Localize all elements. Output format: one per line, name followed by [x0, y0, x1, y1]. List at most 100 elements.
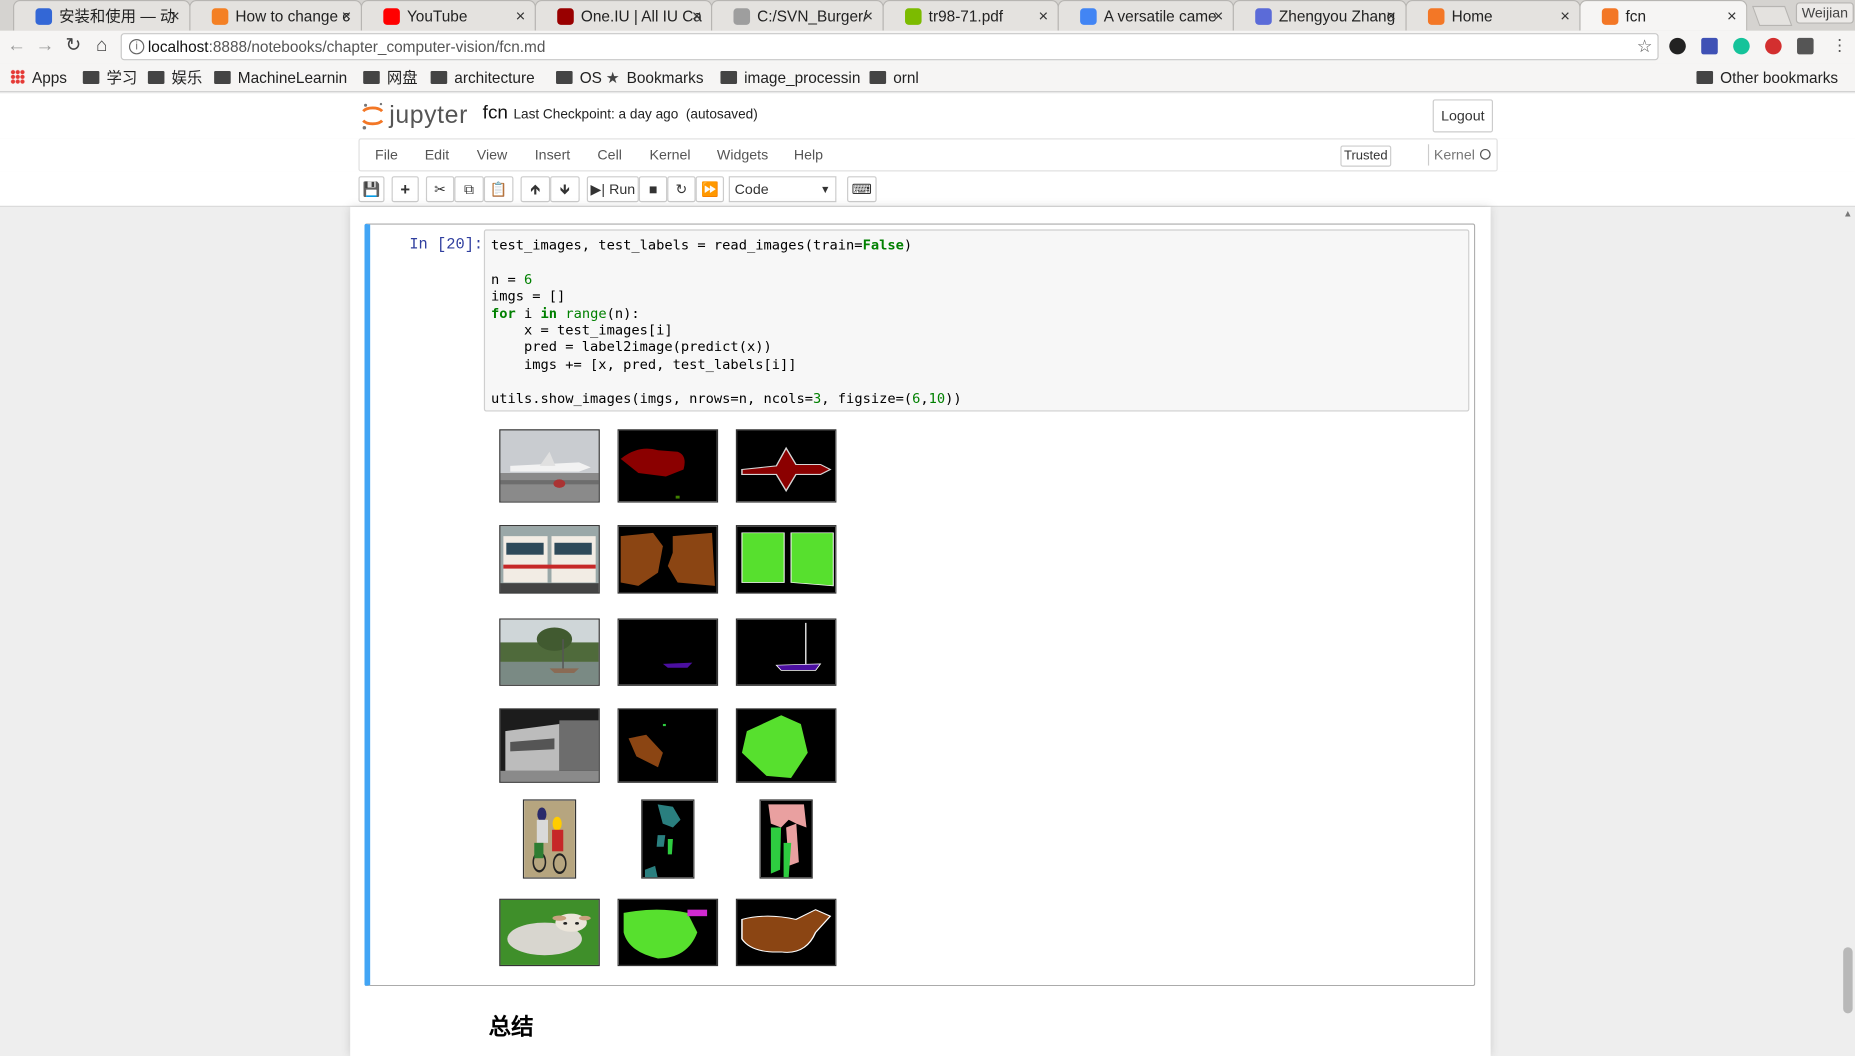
keyboard-icon[interactable]: ⌨ — [847, 176, 877, 203]
close-tab-icon[interactable]: × — [1560, 1, 1570, 31]
code-text[interactable]: test_images, test_labels = read_images(t… — [491, 237, 962, 407]
close-tab-icon[interactable]: × — [1214, 1, 1224, 31]
browser-menu-icon[interactable]: ⋮ — [1831, 35, 1848, 55]
bookmark-item[interactable]: 学习 — [82, 67, 137, 87]
bookmark-item[interactable]: architecture — [430, 67, 535, 87]
menu-help[interactable]: Help — [794, 147, 823, 164]
code-editor[interactable]: test_images, test_labels = read_images(t… — [483, 229, 1470, 412]
browser-tab[interactable]: A versatile came × — [1057, 0, 1234, 31]
run-button[interactable]: ▶| Run — [586, 176, 639, 203]
scroll-up-icon[interactable]: ▲ — [1843, 208, 1852, 219]
menu-file[interactable]: File — [375, 147, 398, 164]
tab-favicon-icon — [733, 8, 751, 25]
folder-icon — [556, 70, 573, 84]
bookmark-item[interactable]: 娱乐 — [147, 67, 202, 87]
tab-favicon-icon — [1601, 8, 1619, 25]
address-bar[interactable]: i localhost:8888/notebooks/chapter_compu… — [120, 33, 1659, 61]
bookmark-item[interactable]: image_processin — [720, 67, 860, 87]
bookmark-item[interactable]: ornl — [869, 67, 919, 87]
paste-icon[interactable]: 📋 — [483, 176, 514, 203]
output-image-pred-sheep — [617, 898, 719, 967]
menu-kernel[interactable]: Kernel — [649, 147, 690, 164]
extension-icon[interactable] — [1669, 37, 1686, 55]
browser-tab[interactable]: Zhengyou Zhang × — [1232, 0, 1407, 31]
cut-icon[interactable]: ✂ — [425, 176, 455, 203]
folder-icon — [214, 70, 231, 84]
close-tab-icon[interactable]: × — [1386, 1, 1396, 31]
close-tab-icon[interactable]: × — [516, 1, 526, 31]
browser-tab[interactable]: fcn × — [1579, 0, 1748, 31]
jupyter-menubar: File Edit View Insert Cell Kernel Widgets Help … — [0, 138, 1855, 172]
menu-view[interactable]: View — [477, 147, 508, 164]
menu-insert[interactable]: Insert — [535, 147, 571, 164]
url-text: localhost:8888/notebooks/chapter_compute… — [147, 37, 546, 56]
tab-favicon-icon — [1255, 8, 1272, 25]
reload-icon[interactable]: ↻ — [62, 34, 86, 58]
browser-tab[interactable]: C:/SVN_Burger/× — [711, 0, 884, 31]
browser-tab[interactable]: YouTube × — [360, 0, 536, 31]
profile-button[interactable]: Weijian — [1795, 2, 1854, 24]
browser-tab[interactable]: How to change c × — [189, 0, 363, 31]
restart-run-all-icon[interactable]: ⏩ — [695, 176, 725, 203]
tab-favicon-icon — [1427, 8, 1445, 25]
save-icon[interactable]: 💾 — [358, 176, 385, 203]
kernel-status-icon — [1479, 148, 1491, 160]
home-icon[interactable]: ⌂ — [90, 34, 114, 58]
browser-tab[interactable]: tr98-71.pdf × — [882, 0, 1059, 31]
insert-cell-icon[interactable]: + — [391, 176, 419, 203]
close-tab-icon[interactable]: × — [342, 1, 352, 31]
bookmark-item[interactable]: OS — [556, 67, 602, 87]
back-icon[interactable]: ← — [5, 34, 29, 58]
bookmark-item[interactable]: Apps — [10, 67, 67, 87]
output-image-label-locomotive — [735, 708, 837, 783]
extension-icon[interactable] — [1701, 37, 1718, 55]
forward-icon[interactable]: → — [33, 34, 57, 58]
output-image-pred-boat — [617, 618, 719, 686]
interrupt-icon[interactable]: ■ — [638, 176, 668, 203]
browser-tab[interactable]: Home × — [1405, 0, 1581, 31]
output-image-photo-cyclists — [522, 799, 577, 879]
menu-edit[interactable]: Edit — [425, 147, 449, 164]
scrollbar-thumb[interactable] — [1843, 947, 1853, 1014]
tab-favicon-icon — [1080, 8, 1097, 25]
move-down-icon[interactable]: 🡻 — [550, 176, 580, 203]
bookmark-item[interactable]: 网盘 — [363, 67, 418, 87]
close-tab-icon[interactable]: × — [692, 1, 702, 31]
browser-tab[interactable]: One.IU | All IU Ca × — [534, 0, 713, 31]
grammarly-icon[interactable] — [1733, 37, 1750, 55]
copy-icon[interactable]: ⧉ — [454, 176, 484, 203]
restart-icon[interactable]: ↻ — [667, 176, 696, 203]
chevron-down-icon: ▼ — [819, 183, 831, 196]
output-image-pred-airplane — [617, 429, 719, 503]
move-up-icon[interactable]: 🡹 — [520, 176, 551, 203]
extension-icon[interactable] — [1765, 37, 1782, 55]
close-tab-icon[interactable]: × — [1727, 1, 1737, 31]
tab-favicon-icon — [211, 8, 229, 25]
output-image-photo-sheep — [499, 898, 600, 967]
bookmark-item[interactable]: MachineLearnin — [214, 67, 347, 87]
tab-title: Home — [1451, 7, 1493, 25]
markdown-heading: 总结 — [488, 1015, 534, 1041]
cell-type-select[interactable]: Code ▼ — [728, 176, 837, 203]
output-image-photo-boat — [499, 618, 600, 686]
scrollbar[interactable] — [1839, 206, 1855, 1056]
menu-widgets[interactable]: Widgets — [717, 147, 768, 164]
menu-cell[interactable]: Cell — [597, 147, 621, 164]
logout-button[interactable]: Logout — [1432, 99, 1493, 133]
tab-title: One.IU | All IU Ca — [580, 7, 702, 25]
browser-tab[interactable]: 安装和使用 — 动 × — [13, 0, 191, 31]
output-image-photo-locomotive — [499, 708, 600, 783]
close-tab-icon[interactable]: × — [1038, 1, 1048, 31]
output-image-pred-locomotive — [617, 708, 719, 783]
bookmark-item[interactable]: ★ Bookmarks — [606, 67, 704, 87]
extension-icon[interactable] — [1797, 37, 1814, 55]
close-tab-icon[interactable]: × — [863, 1, 873, 31]
new-tab-button[interactable] — [1751, 5, 1793, 27]
tab-title: C:/SVN_Burger/ — [757, 7, 868, 25]
info-icon[interactable]: i — [128, 39, 145, 55]
trusted-indicator[interactable]: Trusted — [1340, 145, 1392, 167]
bookmark-star-icon[interactable]: ☆ — [1637, 35, 1653, 57]
notebook-name[interactable]: fcn — [483, 103, 508, 124]
other-bookmarks[interactable]: Other bookmarks — [1696, 67, 1838, 87]
close-tab-icon[interactable]: × — [170, 1, 180, 31]
